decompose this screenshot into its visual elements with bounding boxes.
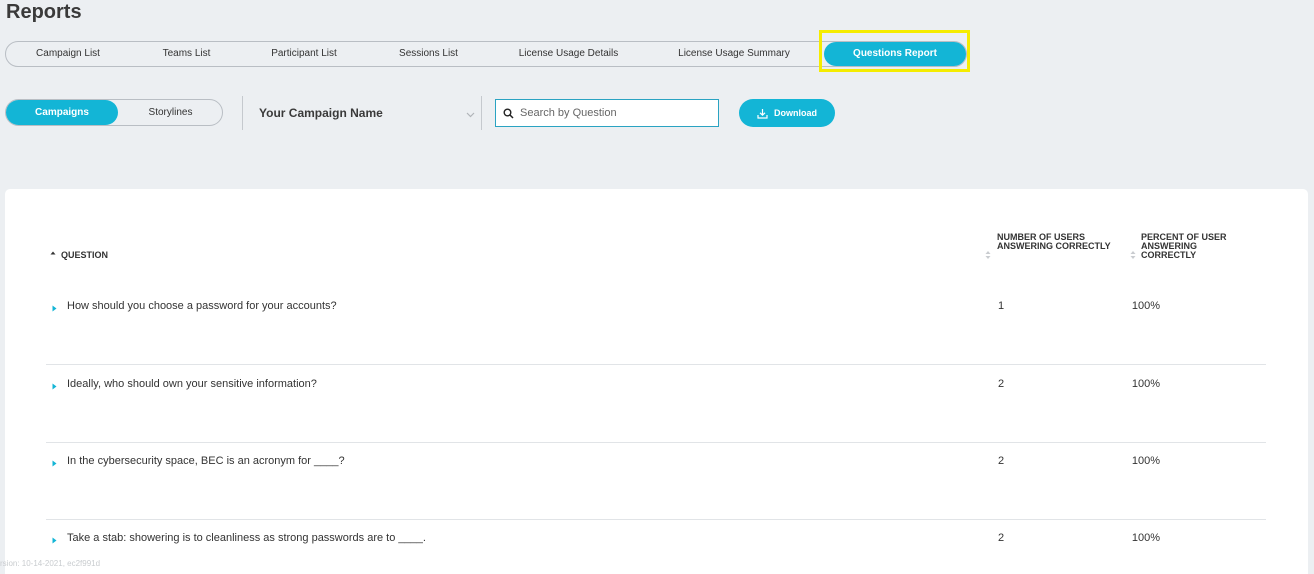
percent-correct: 100%: [1131, 455, 1161, 467]
question-text: In the cybersecurity space, BEC is an ac…: [67, 455, 345, 467]
page-title: Reports: [6, 1, 82, 23]
expand-caret-icon[interactable]: [52, 460, 57, 467]
chevron-down-icon: [466, 106, 475, 118]
header-question[interactable]: Question: [61, 251, 108, 260]
question-text: How should you choose a password for you…: [67, 300, 337, 312]
download-button[interactable]: Download: [739, 99, 835, 127]
expand-caret-icon[interactable]: [52, 383, 57, 390]
tab-participant-list[interactable]: Participant List: [243, 42, 365, 66]
percent-correct: 100%: [1131, 378, 1161, 390]
number-correct: 2: [997, 532, 1005, 544]
number-correct: 1: [997, 300, 1005, 312]
campaigns-toggle-button[interactable]: Campaigns: [6, 100, 118, 125]
download-icon: [757, 108, 768, 119]
search-icon: [503, 108, 514, 119]
highlight-box: [819, 30, 970, 72]
version-text: rsion: 10-14-2021, ec2f991d: [0, 559, 101, 568]
campaign-select-value: Your Campaign Name: [259, 106, 383, 120]
download-label: Download: [774, 108, 817, 118]
table-row[interactable]: How should you choose a password for you…: [46, 288, 1266, 365]
table-row[interactable]: In the cybersecurity space, BEC is an ac…: [46, 443, 1266, 520]
expand-caret-icon[interactable]: [52, 537, 57, 544]
divider: [481, 96, 482, 130]
question-text: Ideally, who should own your sensitive i…: [67, 378, 317, 390]
number-correct: 2: [997, 455, 1005, 467]
sort-icon[interactable]: [1130, 250, 1136, 260]
table-row[interactable]: Ideally, who should own your sensitive i…: [46, 366, 1266, 443]
campaigns-storylines-toggle: Campaigns Storylines: [5, 99, 223, 126]
sort-asc-icon[interactable]: [50, 250, 56, 256]
header-percent-users[interactable]: Percent of user answering correctly: [1141, 233, 1251, 260]
questions-table-card: Question Number of users answering corre…: [5, 189, 1308, 574]
search-box: [495, 99, 719, 127]
tab-teams-list[interactable]: Teams List: [130, 42, 243, 66]
table-row[interactable]: Take a stab: showering is to cleanliness…: [46, 520, 1266, 574]
percent-correct: 100%: [1131, 300, 1161, 312]
search-input[interactable]: [520, 103, 712, 123]
tab-sessions-list[interactable]: Sessions List: [365, 42, 492, 66]
campaign-select[interactable]: Your Campaign Name: [259, 104, 477, 124]
storylines-toggle-button[interactable]: Storylines: [118, 100, 223, 125]
tab-license-usage-summary[interactable]: License Usage Summary: [645, 42, 823, 66]
tab-campaign-list[interactable]: Campaign List: [6, 42, 130, 66]
sort-icon[interactable]: [985, 250, 991, 260]
number-correct: 2: [997, 378, 1005, 390]
divider: [242, 96, 243, 130]
tab-license-usage-details[interactable]: License Usage Details: [492, 42, 645, 66]
percent-correct: 100%: [1131, 532, 1161, 544]
expand-caret-icon[interactable]: [52, 305, 57, 312]
question-text: Take a stab: showering is to cleanliness…: [67, 532, 426, 544]
header-number-users[interactable]: Number of users answering correctly: [997, 233, 1117, 251]
